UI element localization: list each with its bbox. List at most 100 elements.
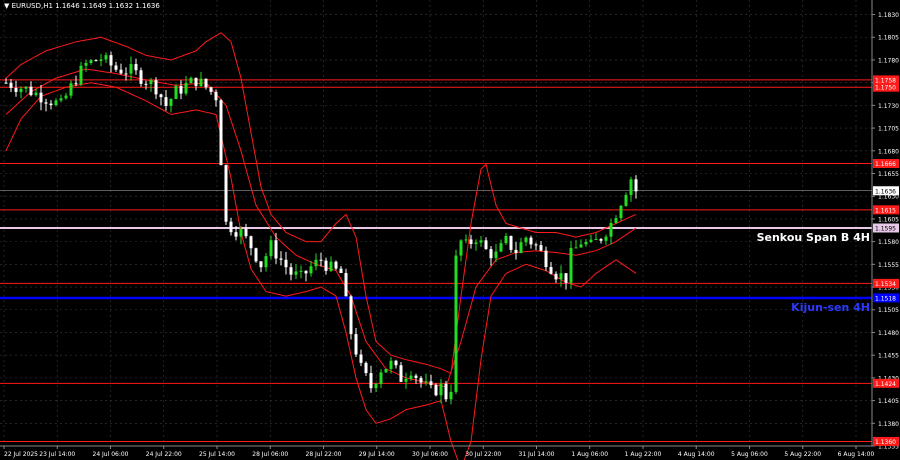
bear-candle [344, 273, 348, 297]
bull-candle [619, 205, 623, 219]
price-tick-label: 1.1480 [878, 330, 899, 337]
bull-candle [499, 243, 503, 252]
bear-candle [274, 240, 278, 259]
bear-candle [434, 385, 438, 396]
collapse-marker-icon[interactable]: ▼ [4, 2, 9, 10]
level-price-tag: 1.1424 [875, 381, 896, 388]
bull-candle [609, 222, 613, 237]
price-tick-label: 1.1680 [878, 148, 899, 155]
bull-candle [54, 100, 58, 106]
bear-candle [319, 259, 323, 261]
bull-candle [474, 242, 478, 245]
bear-candle [109, 55, 113, 66]
bear-candle [159, 94, 163, 98]
bear-candle [564, 273, 568, 283]
bear-candle [219, 100, 223, 166]
bull-candle [199, 78, 203, 87]
bear-candle [339, 268, 343, 274]
time-tick-label: 1 Aug 22:00 [625, 451, 662, 458]
bear-candle [139, 70, 143, 84]
time-tick-label: 22 Jul 2025 [4, 451, 38, 458]
bear-candle [534, 244, 538, 246]
price-tick-label: 1.1830 [878, 12, 899, 19]
time-tick-label: 28 Jul 22:00 [306, 451, 342, 458]
bear-candle [224, 165, 228, 222]
bull-candle [269, 240, 273, 257]
bull-candle [379, 372, 383, 384]
bull-candle [504, 235, 508, 244]
level-price-tag: 1.1666 [875, 161, 896, 168]
kijun-price-tag: 1.1518 [875, 295, 896, 302]
bull-candle [424, 381, 428, 383]
bull-candle [34, 92, 38, 96]
price-tick-label: 1.1380 [878, 421, 899, 428]
bear-candle [304, 270, 308, 274]
bear-candle [334, 261, 338, 269]
time-tick-label: 31 Jul 14:00 [519, 451, 555, 458]
bull-candle [69, 83, 73, 96]
bull-candle [439, 383, 443, 396]
bull-candle [99, 59, 103, 61]
bear-candle [284, 259, 288, 268]
bear-candle [554, 273, 558, 280]
bull-candle [389, 360, 393, 369]
bear-candle [49, 103, 53, 106]
bull-candle [294, 271, 298, 275]
bull-candle [239, 229, 243, 237]
price-chart[interactable]: 1.18301.18051.17801.17551.17301.17051.16… [0, 0, 900, 460]
bear-candle [279, 258, 283, 260]
bear-candle [489, 249, 493, 259]
bear-candle [259, 261, 263, 268]
bear-candle [124, 73, 128, 75]
time-tick-label: 1 Aug 06:00 [571, 451, 608, 458]
bear-candle [204, 78, 208, 88]
price-tick-label: 1.1455 [878, 353, 899, 360]
time-tick-label: 29 Jul 14:00 [359, 451, 395, 458]
bear-candle [179, 85, 183, 94]
bear-candle [349, 296, 353, 335]
bull-candle [79, 65, 83, 85]
price-tick-label: 1.1580 [878, 239, 899, 246]
bull-candle [314, 259, 318, 267]
kijun-label: Kijun-sen 4H [791, 301, 870, 314]
senkou-label: Senkou Span B 4H [757, 231, 870, 244]
bull-candle [614, 218, 618, 223]
bear-candle [324, 260, 328, 271]
time-tick-label: 23 Jul 14:00 [39, 451, 75, 458]
bull-candle [584, 241, 588, 245]
bear-candle [414, 375, 418, 378]
time-tick-label: 25 Jul 14:00 [199, 451, 235, 458]
bear-candle [364, 362, 368, 374]
bull-candle [184, 83, 188, 94]
bear-candle [29, 86, 33, 96]
bear-candle [14, 87, 18, 92]
bull-candle [104, 55, 108, 60]
bull-candle [169, 99, 173, 107]
bear-candle [234, 232, 238, 237]
time-tick-label: 24 Jul 06:00 [93, 451, 129, 458]
price-tick-label: 1.1705 [878, 126, 899, 133]
bear-candle [354, 334, 358, 355]
bear-candle [539, 245, 543, 251]
bull-candle [624, 195, 628, 206]
bear-candle [289, 267, 293, 275]
bull-candle [574, 247, 578, 249]
time-tick-label: 30 Jul 22:00 [465, 451, 501, 458]
price-tick-label: 1.1655 [878, 171, 899, 178]
price-tick-label: 1.1730 [878, 103, 899, 110]
time-tick-label: 5 Aug 06:00 [731, 451, 768, 458]
bear-candle [114, 65, 118, 70]
level-price-tag: 1.1534 [875, 281, 896, 288]
bear-candle [469, 239, 473, 245]
level-price-tag: 1.1750 [875, 85, 896, 92]
bull-candle [569, 248, 573, 283]
bull-candle [309, 266, 313, 274]
bear-candle [9, 82, 13, 88]
time-tick-label: 5 Aug 22:00 [784, 451, 821, 458]
bear-candle [429, 381, 433, 386]
price-tick-label: 1.1805 [878, 35, 899, 42]
bull-candle [84, 62, 88, 66]
senkou-price-tag: 1.1595 [875, 225, 896, 232]
time-tick-label: 4 Aug 14:00 [678, 451, 715, 458]
bull-candle [589, 239, 593, 242]
